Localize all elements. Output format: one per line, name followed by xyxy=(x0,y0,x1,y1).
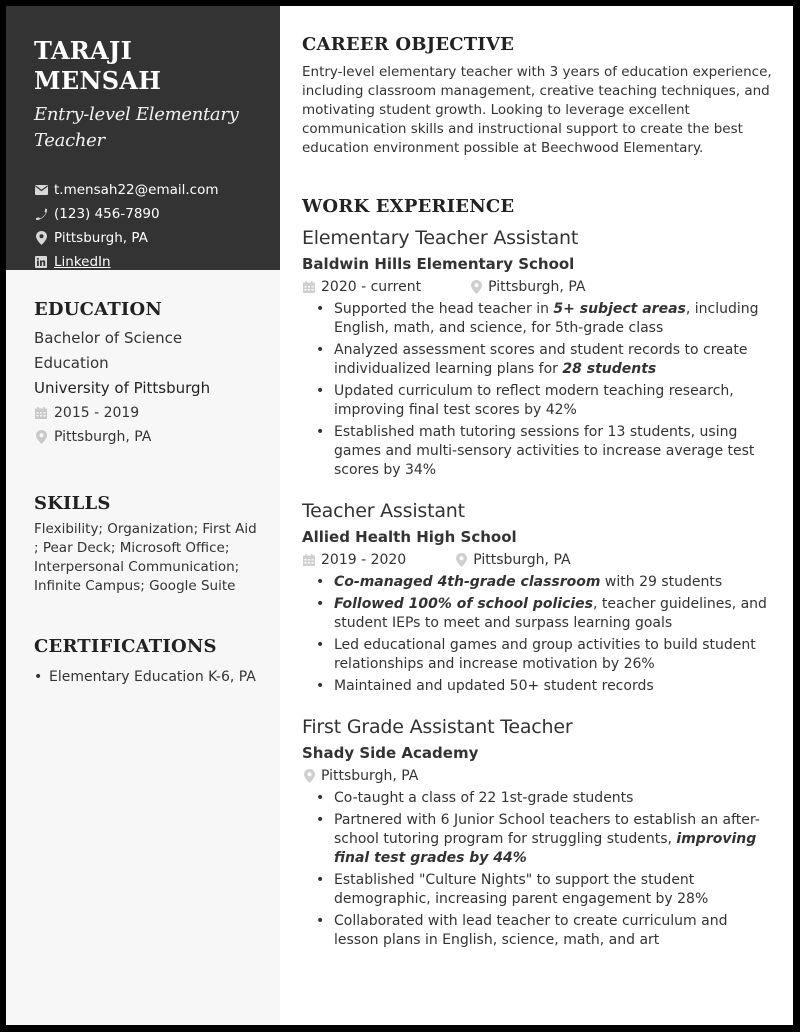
candidate-name: TARAJI MENSAH xyxy=(34,36,162,95)
bullet-highlight: Followed 100% of school policies xyxy=(334,596,594,612)
job-bullet: Followed 100% of school policies, teache… xyxy=(314,595,773,633)
job-bullet: Supported the head teacher in 5+ subject… xyxy=(314,300,773,338)
job-meta: 2020 - current Pittsburgh, PA xyxy=(302,276,773,298)
education-dates: 2015 - 2019 xyxy=(34,401,258,425)
bullet-highlight: 5+ subject areas xyxy=(553,301,686,317)
main-content: CAREER OBJECTIVE Entry-level elementary … xyxy=(280,6,793,1025)
job-entry: Teacher Assistant Allied Health High Scho… xyxy=(302,498,773,696)
education-location: Pittsburgh, PA xyxy=(34,425,258,449)
job-bullet: Analyzed assessment scores and student r… xyxy=(314,341,773,379)
bullet-highlight: 28 students xyxy=(562,361,657,377)
education-school: University of Pittsburgh xyxy=(34,379,211,397)
contact-linkedin[interactable]: LinkedIn xyxy=(34,250,258,274)
map-pin-icon xyxy=(34,430,48,444)
objective-heading: CAREER OBJECTIVE xyxy=(302,34,515,55)
calendar-icon xyxy=(302,280,316,294)
map-pin-icon xyxy=(302,769,316,783)
job-bullet: Updated curriculum to reflect modern tea… xyxy=(314,382,773,420)
objective-text: Entry-level elementary teacher with 3 ye… xyxy=(302,64,772,156)
calendar-icon xyxy=(34,406,48,420)
contact-list: t.mensah22@email.com (123) 456-7890 Pitt… xyxy=(34,178,258,274)
job-company: Allied Health High School xyxy=(302,528,517,546)
job-bullets: Supported the head teacher in 5+ subject… xyxy=(302,300,773,480)
contact-phone[interactable]: (123) 456-7890 xyxy=(34,202,258,226)
bullet-text: Updated curriculum to reflect modern tea… xyxy=(334,383,734,418)
job-location: Pittsburgh, PA xyxy=(302,765,418,787)
certifications-list: Elementary Education K-6, PA xyxy=(34,667,258,687)
certifications-section: CERTIFICATIONS Elementary Education K-6,… xyxy=(6,636,280,687)
education-degree: Bachelor of Science Education xyxy=(34,329,183,372)
job-dates: 2020 - current xyxy=(302,276,421,298)
job-bullet: Partnered with 6 Junior School teachers … xyxy=(314,811,773,868)
location-text: Pittsburgh, PA xyxy=(54,230,148,246)
map-pin-icon xyxy=(34,231,48,245)
work-experience-section: WORK EXPERIENCE Elementary Teacher Assis… xyxy=(302,196,773,950)
linkedin-link[interactable]: LinkedIn xyxy=(54,254,111,270)
envelope-icon xyxy=(34,183,48,197)
job-bullet: Led educational games and group activiti… xyxy=(314,636,773,674)
phone-icon xyxy=(34,207,48,221)
job-meta: 2019 - 2020 Pittsburgh, PA xyxy=(302,549,773,571)
bullet-text: with 29 students xyxy=(600,574,723,590)
job-title: Teacher Assistant xyxy=(302,500,465,522)
job-bullet: Co-managed 4th-grade classroom with 29 s… xyxy=(314,573,773,592)
bullet-text: Analyzed assessment scores and student r… xyxy=(334,342,748,377)
job-list: Elementary Teacher Assistant Baldwin Hill… xyxy=(302,225,773,950)
job-location-text: Pittsburgh, PA xyxy=(321,768,419,784)
calendar-icon xyxy=(302,553,316,567)
job-company: Shady Side Academy xyxy=(302,744,479,762)
job-bullets: Co-managed 4th-grade classroom with 29 s… xyxy=(302,573,773,696)
contact-email[interactable]: t.mensah22@email.com xyxy=(34,178,258,202)
sidebar: TARAJI MENSAH Entry-level Elementary Tea… xyxy=(6,6,280,1025)
job-location-text: Pittsburgh, PA xyxy=(473,552,571,568)
education-dates-text: 2015 - 2019 xyxy=(54,405,140,421)
job-location: Pittsburgh, PA xyxy=(454,549,571,571)
job-bullet: Established math tutoring sessions for 1… xyxy=(314,423,773,480)
bullet-text: Led educational games and group activiti… xyxy=(334,637,756,672)
job-meta: Pittsburgh, PA xyxy=(302,765,773,787)
job-dates: 2019 - 2020 xyxy=(302,549,406,571)
job-dates-text: 2020 - current xyxy=(321,279,422,295)
bullet-text: Supported the head teacher in xyxy=(334,301,554,317)
bullet-text: Maintained and updated 50+ student recor… xyxy=(334,678,654,694)
certification-item: Elementary Education K-6, PA xyxy=(34,667,258,687)
job-bullet: Established "Culture Nights" to support … xyxy=(314,871,773,909)
map-pin-icon xyxy=(454,553,468,567)
bullet-text: Collaborated with lead teacher to create… xyxy=(334,913,728,948)
job-bullets: Co-taught a class of 22 1st-grade studen… xyxy=(302,789,773,950)
email-text: t.mensah22@email.com xyxy=(54,182,219,198)
contact-location: Pittsburgh, PA xyxy=(34,226,258,250)
job-location-text: Pittsburgh, PA xyxy=(488,279,586,295)
job-title: Elementary Teacher Assistant xyxy=(302,227,579,249)
bullet-text: Established math tutoring sessions for 1… xyxy=(334,424,755,478)
job-company: Baldwin Hills Elementary School xyxy=(302,255,575,273)
skills-heading: SKILLS xyxy=(34,493,111,514)
job-dates-text: 2019 - 2020 xyxy=(321,552,407,568)
job-title: First Grade Assistant Teacher xyxy=(302,716,573,738)
education-heading: EDUCATION xyxy=(34,299,163,320)
resume-page: TARAJI MENSAH Entry-level Elementary Tea… xyxy=(6,6,793,1025)
linkedin-icon xyxy=(34,255,48,269)
job-bullet: Collaborated with lead teacher to create… xyxy=(314,912,773,950)
work-heading: WORK EXPERIENCE xyxy=(302,196,515,217)
bullet-highlight: Co-managed 4th-grade classroom xyxy=(334,574,601,590)
phone-text: (123) 456-7890 xyxy=(54,206,160,222)
bullet-text: Established "Culture Nights" to support … xyxy=(334,872,709,907)
skills-text: Flexibility; Organization; First Aid ; P… xyxy=(34,521,257,594)
job-bullet: Co-taught a class of 22 1st-grade studen… xyxy=(314,789,773,808)
skills-section: SKILLS Flexibility; Organization; First … xyxy=(6,493,280,596)
header-block: TARAJI MENSAH Entry-level Elementary Tea… xyxy=(6,6,280,270)
map-pin-icon xyxy=(469,280,483,294)
job-entry: First Grade Assistant Teacher Shady Side … xyxy=(302,714,773,950)
job-bullet: Maintained and updated 50+ student recor… xyxy=(314,677,773,696)
job-entry: Elementary Teacher Assistant Baldwin Hill… xyxy=(302,225,773,480)
education-section: EDUCATION Bachelor of Science Education … xyxy=(6,299,280,449)
objective-section: CAREER OBJECTIVE Entry-level elementary … xyxy=(302,34,773,158)
certifications-heading: CERTIFICATIONS xyxy=(34,636,217,657)
bullet-text: Co-taught a class of 22 1st-grade studen… xyxy=(334,790,634,806)
job-location: Pittsburgh, PA xyxy=(469,276,585,298)
education-location-text: Pittsburgh, PA xyxy=(54,429,152,445)
candidate-title: Entry-level Elementary Teacher xyxy=(34,104,239,151)
